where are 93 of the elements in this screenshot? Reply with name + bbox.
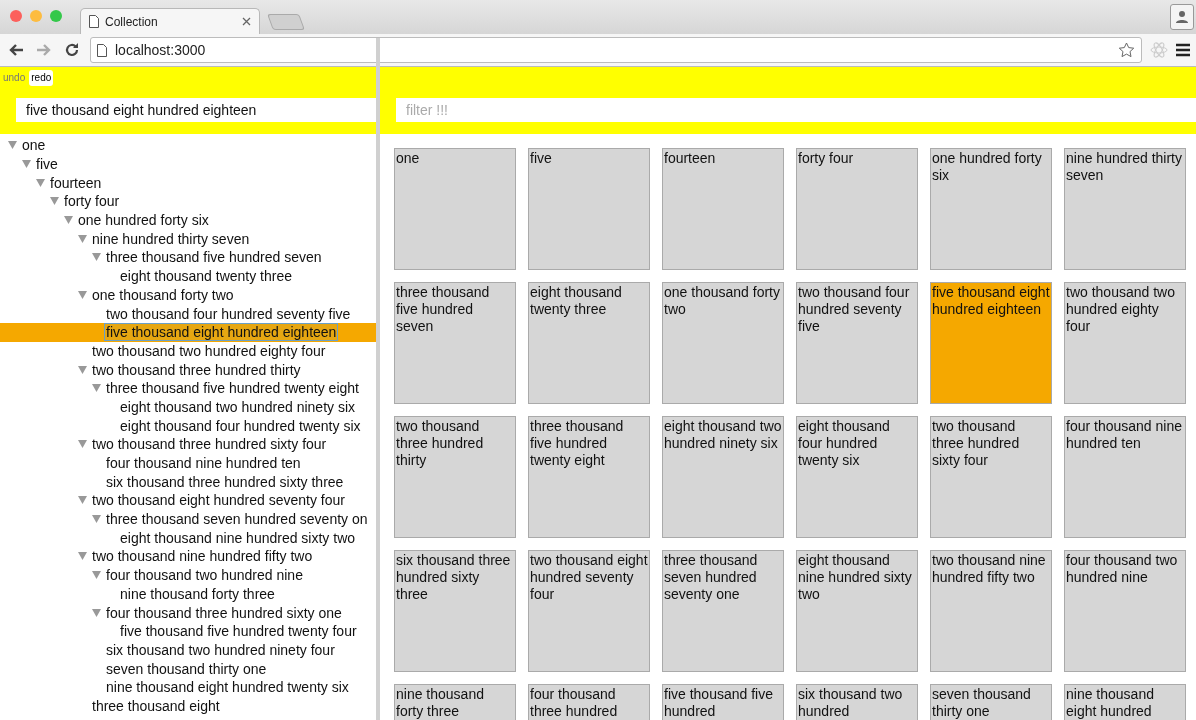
expanded-triangle-icon[interactable] <box>92 253 101 262</box>
item-card[interactable]: four thousand two hundred nine <box>1064 550 1186 672</box>
item-card[interactable]: fourteen <box>662 148 784 270</box>
forward-icon[interactable] <box>36 43 52 57</box>
expanded-triangle-icon[interactable] <box>78 496 87 505</box>
expanded-triangle-icon[interactable] <box>92 384 101 393</box>
item-card[interactable]: five <box>528 148 650 270</box>
tree-item[interactable]: five thousand five hundred twenty four <box>0 621 376 641</box>
item-card[interactable]: two thousand nine hundred fifty two <box>930 550 1052 672</box>
tree-item[interactable]: two thousand four hundred seventy five <box>0 304 376 323</box>
item-card[interactable]: two thousand four hundred seventy five <box>796 282 918 404</box>
item-card[interactable]: two thousand three hundred thirty <box>394 416 516 538</box>
zoom-window-icon[interactable] <box>50 10 62 22</box>
tree-item[interactable]: six thousand three hundred sixty three <box>0 472 376 492</box>
tree-item[interactable]: two thousand nine hundred fifty two <box>0 547 376 566</box>
tree-item[interactable]: eight thousand four hundred twenty six <box>0 416 376 435</box>
tree-item[interactable]: four thousand two hundred nine <box>0 565 376 585</box>
item-card[interactable]: five thousand five hundred <box>662 684 784 720</box>
tree-item[interactable]: eight thousand nine hundred sixty two <box>0 528 376 548</box>
tree-item[interactable]: three thousand five hundred twenty eight <box>0 378 376 398</box>
item-card[interactable]: five thousand eight hundred eighteen <box>930 282 1052 404</box>
item-card[interactable]: four thousand nine hundred ten <box>1064 416 1186 538</box>
tree-item[interactable]: three thousand eight <box>0 696 376 716</box>
item-card[interactable]: eight thousand twenty three <box>528 282 650 404</box>
item-card[interactable]: nine thousand eight hundred <box>1064 684 1186 720</box>
expanded-triangle-icon[interactable] <box>92 571 101 580</box>
item-card[interactable]: four thousand three hundred <box>528 684 650 720</box>
tree-item[interactable]: one <box>0 136 376 155</box>
scrollbar[interactable] <box>376 38 380 720</box>
tree-item[interactable]: eight thousand twenty three <box>0 266 376 286</box>
tree-item[interactable]: six thousand two hundred ninety four <box>0 640 376 660</box>
atom-icon[interactable] <box>1150 41 1168 59</box>
expanded-triangle-icon[interactable] <box>78 552 87 561</box>
tree-item[interactable]: seven thousand thirty one <box>0 659 376 678</box>
expanded-triangle-icon[interactable] <box>92 515 101 524</box>
expanded-triangle-icon[interactable] <box>8 141 17 150</box>
item-card[interactable]: three thousand five hundred twenty eight <box>528 416 650 538</box>
item-card[interactable]: one hundred forty six <box>930 148 1052 270</box>
item-card[interactable]: two thousand three hundred sixty four <box>930 416 1052 538</box>
tree-item[interactable]: forty four <box>0 192 376 211</box>
tree-item[interactable]: fourteen <box>0 173 376 193</box>
item-card[interactable]: nine hundred thirty seven <box>1064 148 1186 270</box>
tree-item[interactable]: nine hundred thirty seven <box>0 229 376 249</box>
item-card[interactable]: one thousand forty two <box>662 282 784 404</box>
redo-button[interactable]: redo <box>29 70 54 86</box>
item-card[interactable]: forty four <box>796 148 918 270</box>
search-field[interactable]: five thousand eight hundred eighteen <box>16 98 376 122</box>
tree-item[interactable]: nine thousand forty three <box>0 584 376 604</box>
tree-item[interactable]: one hundred forty six <box>0 210 376 230</box>
item-card[interactable]: eight thousand nine hundred sixty two <box>796 550 918 672</box>
tree-item[interactable]: four thousand nine hundred ten <box>0 453 376 473</box>
tree-item[interactable]: eight thousand two hundred ninety six <box>0 397 376 417</box>
expanded-triangle-icon[interactable] <box>78 440 87 449</box>
tree-item[interactable]: nine thousand eight hundred twenty six <box>0 677 376 697</box>
person-icon <box>1175 10 1189 24</box>
filter-field[interactable]: filter !!! <box>396 98 1196 122</box>
expanded-triangle-icon[interactable] <box>92 608 101 617</box>
tree-item[interactable]: five <box>0 154 376 174</box>
tree-item[interactable]: two thousand three hundred sixty four <box>0 435 376 454</box>
item-card[interactable]: two thousand two hundred eighty four <box>1064 282 1186 404</box>
item-card[interactable]: seven thousand thirty one <box>930 684 1052 720</box>
menu-icon[interactable] <box>1176 43 1190 57</box>
tree-item[interactable]: four thousand three hundred sixty one <box>0 603 376 622</box>
tree-item[interactable]: three thousand seven hundred seventy on <box>0 509 376 529</box>
tree-item[interactable]: three thousand five hundred seven <box>0 248 376 267</box>
item-card[interactable]: three thousand five hundred seven <box>394 282 516 404</box>
item-card[interactable]: eight thousand two hundred ninety six <box>662 416 784 538</box>
item-card[interactable]: eight thousand four hundred twenty six <box>796 416 918 538</box>
item-card[interactable]: nine thousand forty three <box>394 684 516 720</box>
browser-tab[interactable]: Collection <box>80 8 260 34</box>
new-tab-button[interactable] <box>267 14 305 30</box>
star-icon[interactable] <box>1118 42 1135 58</box>
back-icon[interactable] <box>8 43 24 57</box>
expanded-triangle-icon[interactable] <box>78 290 87 299</box>
tree-item[interactable]: two thousand three hundred thirty <box>0 360 376 379</box>
item-card[interactable]: six thousand three hundred sixty three <box>394 550 516 672</box>
item-card[interactable]: two thousand eight hundred seventy four <box>528 550 650 672</box>
page-icon <box>97 43 107 57</box>
close-icon[interactable] <box>242 17 251 26</box>
address-bar[interactable]: localhost:3000 <box>90 37 1142 63</box>
reload-icon[interactable] <box>64 42 80 58</box>
expanded-triangle-icon[interactable] <box>50 197 59 206</box>
close-window-icon[interactable] <box>10 10 22 22</box>
tree-item[interactable]: five thousand eight hundred eighteen <box>0 322 376 342</box>
page-icon <box>89 15 99 28</box>
item-card[interactable]: three thousand seven hundred seventy one <box>662 550 784 672</box>
tree-item[interactable]: two thousand eight hundred seventy four <box>0 491 376 510</box>
item-card[interactable]: one <box>394 148 516 270</box>
item-card[interactable]: six thousand two hundred <box>796 684 918 720</box>
tree-item[interactable]: one thousand forty two <box>0 285 376 305</box>
profile-button[interactable] <box>1170 4 1194 30</box>
expanded-triangle-icon[interactable] <box>78 365 87 374</box>
tree-item[interactable]: two thousand two hundred eighty four <box>0 341 376 361</box>
